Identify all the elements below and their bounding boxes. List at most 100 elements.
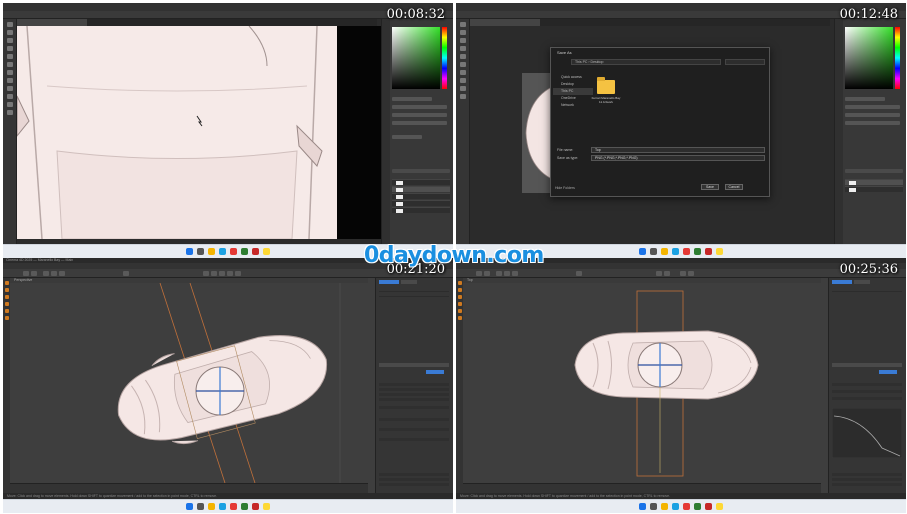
points-mode-icon[interactable] xyxy=(457,288,462,292)
pen-tool-icon[interactable] xyxy=(6,86,13,91)
undo-icon[interactable] xyxy=(23,271,29,276)
app-icon[interactable] xyxy=(683,248,690,255)
nav-item-quick-access[interactable]: Quick access xyxy=(553,74,593,81)
render-icon[interactable] xyxy=(123,271,129,276)
attribute-row[interactable] xyxy=(379,418,449,421)
axis-mode-icon[interactable] xyxy=(4,309,9,313)
axis-mode-icon[interactable] xyxy=(457,309,462,313)
app-icon[interactable] xyxy=(705,248,712,255)
nav-item-onedrive[interactable]: OneDrive xyxy=(553,95,593,102)
files-icon[interactable] xyxy=(661,503,668,510)
tab-object-props[interactable] xyxy=(879,370,897,374)
image-canvas[interactable] xyxy=(17,26,337,239)
falloff-curve-graph[interactable] xyxy=(832,408,902,458)
search-icon[interactable] xyxy=(650,248,657,255)
object-row[interactable] xyxy=(379,288,449,292)
layer-item[interactable] xyxy=(392,193,450,199)
tab-takes[interactable] xyxy=(854,280,870,284)
timeline[interactable] xyxy=(10,483,368,493)
coordinates-row[interactable] xyxy=(832,483,902,486)
cancel-button[interactable]: Cancel xyxy=(725,184,743,190)
attribute-row[interactable] xyxy=(379,383,449,386)
attribute-row[interactable] xyxy=(379,406,449,409)
document-tab[interactable] xyxy=(17,19,87,26)
coordinates-row[interactable] xyxy=(379,483,449,486)
eraser-tool-icon[interactable] xyxy=(459,70,466,75)
nav-item-this-pc[interactable]: This PC xyxy=(553,88,593,95)
camera-icon[interactable] xyxy=(680,271,686,276)
address-bar[interactable]: This PC › Desktop xyxy=(571,59,721,65)
3d-viewport[interactable] xyxy=(10,283,368,483)
windows-start-icon[interactable] xyxy=(639,503,646,510)
type-tool-icon[interactable] xyxy=(459,86,466,91)
eyedropper-tool-icon[interactable] xyxy=(459,54,466,59)
hand-tool-icon[interactable] xyxy=(6,102,13,107)
app-icon[interactable] xyxy=(705,503,712,510)
tab-objects[interactable] xyxy=(379,280,399,284)
brush-tool-icon[interactable] xyxy=(459,62,466,67)
app-icon[interactable] xyxy=(716,503,723,510)
crop-tool-icon[interactable] xyxy=(6,46,13,51)
app-icon[interactable] xyxy=(716,248,723,255)
file-name-input[interactable]: Top xyxy=(591,147,765,153)
lasso-tool-icon[interactable] xyxy=(459,38,466,43)
lasso-tool-icon[interactable] xyxy=(6,38,13,43)
tab-object-props[interactable] xyxy=(426,370,444,374)
points-mode-icon[interactable] xyxy=(4,288,9,292)
coordinates-row[interactable] xyxy=(832,478,902,481)
model-mode-icon[interactable] xyxy=(4,281,9,285)
app-icon[interactable] xyxy=(263,503,270,510)
scale-icon[interactable] xyxy=(504,271,510,276)
folder-label[interactable]: Ferrari Maranello Bay 11 Artwork xyxy=(591,96,621,104)
layer-item[interactable] xyxy=(392,186,450,192)
app-icon[interactable] xyxy=(694,248,701,255)
edges-mode-icon[interactable] xyxy=(457,295,462,299)
coordinates-row[interactable] xyxy=(379,478,449,481)
color-picker-icon[interactable] xyxy=(392,27,440,89)
attribute-row[interactable] xyxy=(832,397,902,400)
browser-icon[interactable] xyxy=(672,248,679,255)
search-icon[interactable] xyxy=(650,503,657,510)
files-icon[interactable] xyxy=(661,248,668,255)
files-icon[interactable] xyxy=(208,248,215,255)
cube-icon[interactable] xyxy=(203,271,209,276)
save-type-select[interactable]: PNG (*.PNG;*.PNG;*.PNG) xyxy=(591,155,765,161)
snap-icon[interactable] xyxy=(457,316,462,320)
timeline[interactable] xyxy=(463,483,821,493)
app-icon[interactable] xyxy=(241,248,248,255)
attribute-row[interactable] xyxy=(832,390,902,393)
browser-icon[interactable] xyxy=(672,503,679,510)
windows-start-icon[interactable] xyxy=(186,503,193,510)
app-icon[interactable] xyxy=(252,248,259,255)
nav-item-network[interactable]: Network xyxy=(553,102,593,109)
zoom-tool-icon[interactable] xyxy=(459,94,466,99)
document-tab[interactable] xyxy=(470,19,540,26)
undo-icon[interactable] xyxy=(476,271,482,276)
browser-icon[interactable] xyxy=(219,503,226,510)
move-tool-icon[interactable] xyxy=(6,22,13,27)
app-icon[interactable] xyxy=(230,248,237,255)
polygons-mode-icon[interactable] xyxy=(4,302,9,306)
attribute-row[interactable] xyxy=(379,388,449,391)
app-icon[interactable] xyxy=(694,503,701,510)
attribute-row[interactable] xyxy=(832,383,902,386)
redo-icon[interactable] xyxy=(31,271,37,276)
layer-item[interactable] xyxy=(845,179,903,185)
scale-icon[interactable] xyxy=(51,271,57,276)
hue-slider[interactable] xyxy=(895,27,900,89)
search-icon[interactable] xyxy=(197,248,204,255)
marquee-tool-icon[interactable] xyxy=(6,30,13,35)
windows-start-icon[interactable] xyxy=(186,248,193,255)
eraser-tool-icon[interactable] xyxy=(6,70,13,75)
object-row[interactable] xyxy=(379,293,449,297)
app-icon[interactable] xyxy=(683,503,690,510)
attribute-row[interactable] xyxy=(379,393,449,396)
pen-tool-icon[interactable] xyxy=(459,78,466,83)
rotate-icon[interactable] xyxy=(59,271,65,276)
eyedropper-tool-icon[interactable] xyxy=(6,54,13,59)
layer-item[interactable] xyxy=(392,179,450,185)
nav-item-desktop[interactable]: Desktop xyxy=(553,81,593,88)
hide-folders-toggle[interactable]: Hide Folders xyxy=(555,186,575,190)
tab-takes[interactable] xyxy=(401,280,417,284)
polygons-mode-icon[interactable] xyxy=(457,302,462,306)
